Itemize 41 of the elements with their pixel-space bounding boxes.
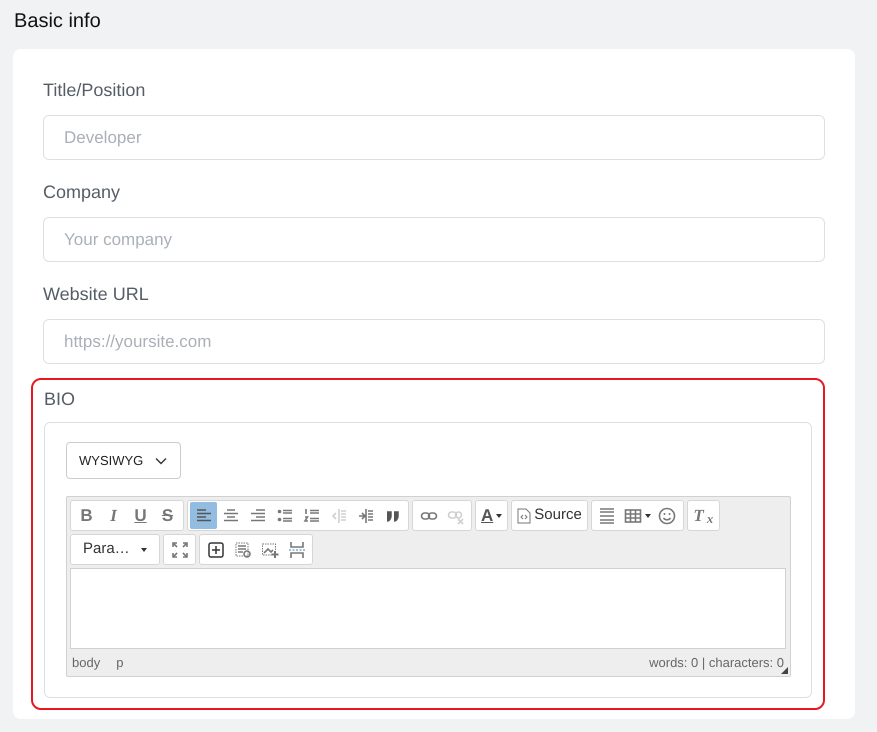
resize-grip-icon[interactable] bbox=[781, 667, 788, 674]
toolbar-button[interactable]: B bbox=[73, 502, 100, 529]
page-break-icon bbox=[288, 540, 306, 558]
toolbar-button[interactable]: Para… bbox=[73, 536, 157, 563]
align-right-icon bbox=[248, 506, 266, 524]
maximize-icon bbox=[170, 540, 188, 558]
caret-icon bbox=[141, 548, 147, 552]
field-label: Title/Position bbox=[43, 79, 146, 102]
toolbar-button[interactable]: T$_{x}$ bbox=[690, 502, 717, 529]
caret-icon bbox=[496, 514, 502, 518]
field-label: Website URL bbox=[43, 283, 150, 306]
numbered-list-icon bbox=[302, 506, 320, 524]
smiley-icon bbox=[658, 506, 676, 524]
chevron-down-icon bbox=[155, 456, 168, 464]
plus-box-icon bbox=[206, 540, 224, 558]
input-field[interactable]: Your company bbox=[43, 217, 825, 262]
toolbar-button[interactable]: Source bbox=[514, 502, 585, 529]
outdent-icon bbox=[330, 506, 348, 524]
horizontal-rule-icon bbox=[598, 506, 616, 524]
align-left-icon bbox=[194, 506, 212, 524]
field-label: Company bbox=[43, 181, 122, 204]
toolbar-button[interactable]: I bbox=[100, 502, 127, 529]
input-field[interactable]: https://yoursite.com bbox=[43, 319, 825, 364]
input-field[interactable]: Developer bbox=[43, 115, 825, 160]
table-icon bbox=[624, 506, 642, 524]
toolbar-button[interactable]: S bbox=[154, 502, 181, 529]
template-icon bbox=[234, 540, 252, 558]
word-counter: words: 0 | characters: 0 bbox=[649, 654, 784, 672]
bullet-list-icon bbox=[276, 506, 294, 524]
field-label: BIO bbox=[44, 388, 76, 411]
mode-dropdown[interactable]: WYSIWYG bbox=[66, 442, 181, 479]
element-path-item[interactable]: body bbox=[72, 653, 100, 676]
section-heading: Basic info bbox=[14, 9, 102, 34]
caret-icon bbox=[644, 514, 651, 518]
align-center-icon bbox=[222, 506, 240, 524]
element-path-item[interactable]: p bbox=[116, 653, 124, 676]
indent-icon bbox=[356, 506, 374, 524]
toolbar-button[interactable]: A bbox=[478, 502, 506, 529]
document-icon bbox=[517, 508, 532, 524]
toolbar-button[interactable]: U bbox=[127, 502, 154, 529]
image-add-icon bbox=[260, 540, 278, 558]
